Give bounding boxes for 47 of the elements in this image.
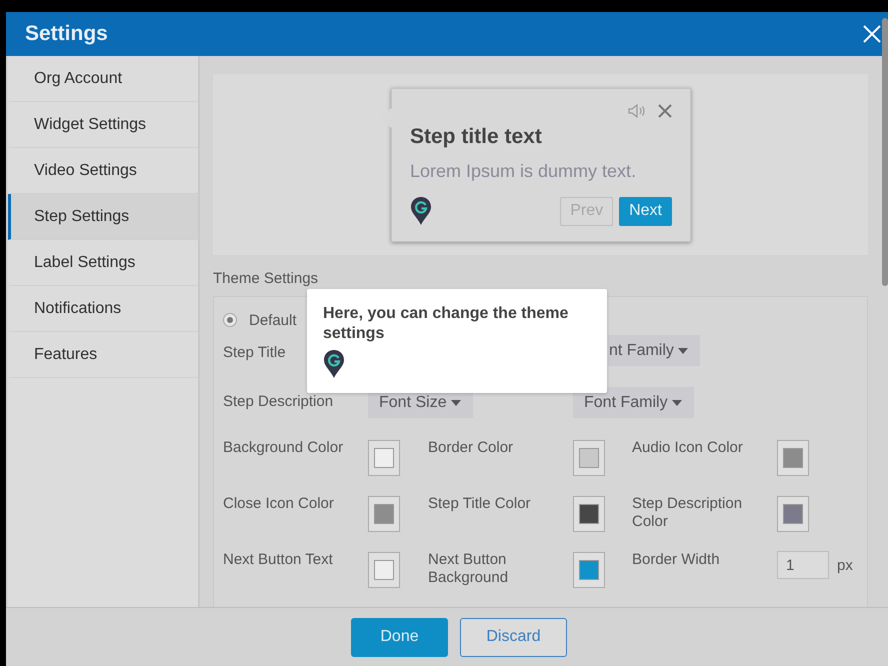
next-button[interactable]: Next [619,196,672,226]
discard-button[interactable]: Discard [460,618,567,656]
radio-button[interactable] [223,313,237,327]
radio-label[interactable]: Default [249,312,297,328]
unit-label: px [837,556,853,574]
done-button[interactable]: Done [351,618,448,656]
section-heading: Theme Settings [213,270,320,287]
field-label: Audio Icon Color [632,439,743,456]
field-label: Next Button Text [223,551,333,568]
color-picker[interactable] [573,496,605,532]
color-picker[interactable] [777,496,809,532]
field-label: Close Icon Color [223,495,334,512]
font-family-dropdown[interactable]: nt Family [608,335,700,366]
field-label: Step Title Color [428,495,531,512]
speaker-icon[interactable] [628,104,646,118]
field-label: Step Description Color [632,495,742,530]
color-picker[interactable] [368,496,400,532]
color-picker[interactable] [573,440,605,476]
sidebar-item[interactable]: Label Settings [8,240,198,286]
sidebar-item[interactable]: Step Settings [8,194,198,240]
close-icon[interactable] [658,104,672,118]
caret-icon [678,348,688,354]
font-family-dropdown[interactable]: Font Family [573,387,694,418]
field-label: Border Width [632,551,720,568]
field-label: Step Description [223,393,334,410]
color-picker[interactable] [777,440,809,476]
field-label: Background Color [223,439,344,456]
caret-icon [450,400,461,406]
sidebar-item[interactable]: Org Account [8,56,198,102]
color-picker[interactable] [573,552,605,588]
map-pin-icon [323,349,345,379]
color-picker[interactable] [368,552,400,588]
sidebar-item[interactable]: Notifications [8,286,198,332]
scrollbar[interactable] [882,18,888,286]
step-title: Step title text [410,125,543,149]
field-label: Step Title [223,344,287,361]
field-label: Next Button Background [428,551,508,586]
map-pin-icon [410,196,432,226]
window-title: Settings [25,22,108,46]
sidebar-item[interactable]: Features [8,332,198,378]
tooltip-text: Here, you can change the theme settings [323,304,570,344]
step-description: Lorem Ipsum is dummy text. [410,161,638,182]
sidebar-item[interactable]: Widget Settings [8,102,198,148]
field-label: Border Color [428,439,514,456]
border-width-input[interactable]: 1 [777,551,829,579]
caret-icon [672,400,682,406]
color-picker[interactable] [368,440,400,476]
